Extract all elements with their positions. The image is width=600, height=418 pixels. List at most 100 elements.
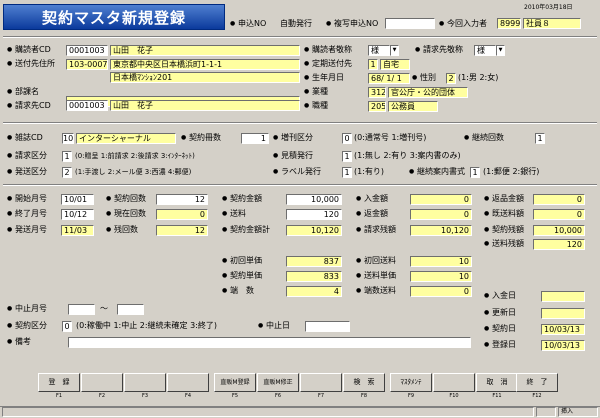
copy-order-label: 複写申込NO (334, 19, 379, 28)
bullet-icon: ● (304, 88, 310, 95)
unit-price-field: 833 (286, 271, 342, 282)
f10-button[interactable] (433, 373, 475, 392)
fkey-label: F2 (98, 393, 106, 399)
bullet-icon: ● (409, 168, 415, 175)
chevron-down-icon[interactable]: ▼ (496, 45, 505, 56)
zip-field[interactable]: 103-0007 (66, 59, 108, 70)
issued-field: 0 (533, 209, 585, 220)
f2-button[interactable] (81, 373, 123, 392)
fkey-label: F5 (231, 393, 239, 399)
bullet-icon: ● (7, 226, 13, 233)
buyer-name-field[interactable]: 山田 花子 (110, 45, 300, 56)
shipping-input[interactable]: 120 (286, 209, 342, 220)
billing-remain-label: 請求残額 (364, 225, 396, 234)
continue-input[interactable]: 1 (535, 133, 545, 144)
total-label: 契約金額計 (230, 225, 270, 234)
buyer-cd-input[interactable]: 0001003 (66, 45, 108, 56)
bullet-icon: ● (304, 60, 310, 67)
count-input[interactable]: 12 (156, 194, 208, 205)
status-message-cell (2, 407, 534, 417)
fraction-ship-field: 0 (410, 286, 472, 297)
label-issue-label: ラベル発行 (281, 167, 321, 176)
bullet-icon: ● (484, 210, 490, 217)
first-ship-field: 10 (410, 256, 472, 267)
status-bar: 挿入 (0, 406, 600, 418)
bullet-icon: ● (7, 46, 13, 53)
bullet-icon: ● (7, 88, 13, 95)
bullet-icon: ● (356, 272, 362, 279)
copy-order-input[interactable] (385, 18, 435, 29)
address2-field[interactable]: 日本橋ﾏﾝｼｮﾝ201 (110, 72, 300, 83)
unit-price-label: 契約単価 (230, 271, 262, 280)
job-code-field[interactable]: 205 (368, 101, 386, 112)
bullet-icon: ● (106, 226, 112, 233)
contract-remain-label: 契約残額 (492, 225, 524, 234)
stop-from-input[interactable] (68, 304, 95, 315)
bullet-icon: ● (356, 226, 362, 233)
status-cell (536, 407, 556, 417)
stop-date-input[interactable] (305, 321, 350, 332)
fkey-label: F9 (407, 393, 415, 399)
billing-cd-input[interactable]: 0001003 (66, 100, 108, 111)
fixed-ship-code-field[interactable]: 1 (368, 59, 378, 70)
job-label: 職種 (312, 101, 328, 110)
f3-button[interactable] (124, 373, 166, 392)
bullet-icon: ● (356, 210, 362, 217)
billing-name-field[interactable]: 山田 花子 (110, 100, 300, 111)
copies-input[interactable]: 1 (241, 133, 269, 144)
increase-input[interactable]: 0 (342, 133, 352, 144)
f7-button[interactable] (300, 373, 342, 392)
fkey-label: F6 (274, 393, 282, 399)
bullet-icon: ● (7, 210, 13, 217)
fixed-ship-name-field: 自宅 (380, 59, 410, 70)
job-name-field: 公務員 (388, 101, 438, 112)
industry-code-field[interactable]: 312 (368, 87, 386, 98)
bullet-icon: ● (7, 134, 13, 141)
industry-name-field: 官公庁・公的団体 (388, 87, 468, 98)
current-count-field: 0 (156, 209, 208, 220)
inputter-label: 今回入力者 (447, 19, 487, 28)
start-month-input[interactable]: 10/01 (61, 194, 94, 205)
status-input[interactable]: 0 (62, 321, 72, 332)
label-issue-input[interactable]: 1 (342, 167, 352, 178)
bullet-icon: ● (222, 195, 228, 202)
stop-to-input[interactable] (117, 304, 144, 315)
unit-ship-label: 送料単価 (364, 271, 396, 280)
billing-div-input[interactable]: 1 (62, 151, 72, 162)
function-key-bar: 登 録 F1 F2 F3 F4 直販M登録 F5 直販M修正 F6 F7 検 索… (38, 373, 558, 399)
honorific-select[interactable]: 様 (368, 45, 390, 56)
estimate-input[interactable]: 1 (342, 151, 352, 162)
memo-input[interactable] (68, 337, 471, 348)
direct-master-edit-button[interactable]: 直販M修正 (257, 373, 299, 392)
master-maintenance-button[interactable]: ﾏｽﾀﾒﾝﾃ (390, 373, 432, 392)
f4-button[interactable] (167, 373, 209, 392)
bullet-icon: ● (356, 287, 362, 294)
amount-input[interactable]: 10,000 (286, 194, 342, 205)
cancel-button[interactable]: 取 消 (476, 373, 518, 392)
exit-button[interactable]: 終 了 (516, 373, 558, 392)
billing-div-hint: (0:贈呈 1:前請求 2:後請求 3:ｲﾝﾀｰﾈｯﾄ) (75, 152, 195, 160)
ship-div-hint: (1:手渡し 2:メール便 3:西濃 4:郵便) (75, 168, 192, 176)
end-month-label: 終了月号 (15, 209, 47, 218)
gender-label: 性別 (420, 73, 436, 82)
request-honorific-select[interactable]: 様 (474, 45, 496, 56)
magazine-cd-input[interactable]: 10 (62, 133, 74, 144)
inputter-code-field[interactable]: 8999 (497, 18, 521, 29)
fkey-label: F4 (184, 393, 192, 399)
bullet-icon: ● (273, 152, 279, 159)
total-field: 10,120 (286, 225, 342, 236)
chevron-down-icon[interactable]: ▼ (390, 45, 399, 56)
end-month-input[interactable]: 10/12 (61, 209, 94, 220)
search-button[interactable]: 検 索 (343, 373, 385, 392)
address1-field[interactable]: 東京都中央区日本橋浜町1-1-1 (110, 59, 300, 70)
fkey-label: F3 (141, 393, 149, 399)
gender-field[interactable]: 2 (446, 73, 456, 84)
guide-label: 継続案内書式 (417, 167, 465, 176)
ship-div-input[interactable]: 2 (62, 167, 72, 178)
bullet-icon: ● (106, 195, 112, 202)
direct-master-register-button[interactable]: 直販M登録 (214, 373, 256, 392)
bullet-icon: ● (181, 134, 187, 141)
birth-field[interactable]: 68/ 1/ 1 (368, 73, 410, 84)
register-button[interactable]: 登 録 (38, 373, 80, 392)
guide-input[interactable]: 1 (470, 167, 480, 178)
